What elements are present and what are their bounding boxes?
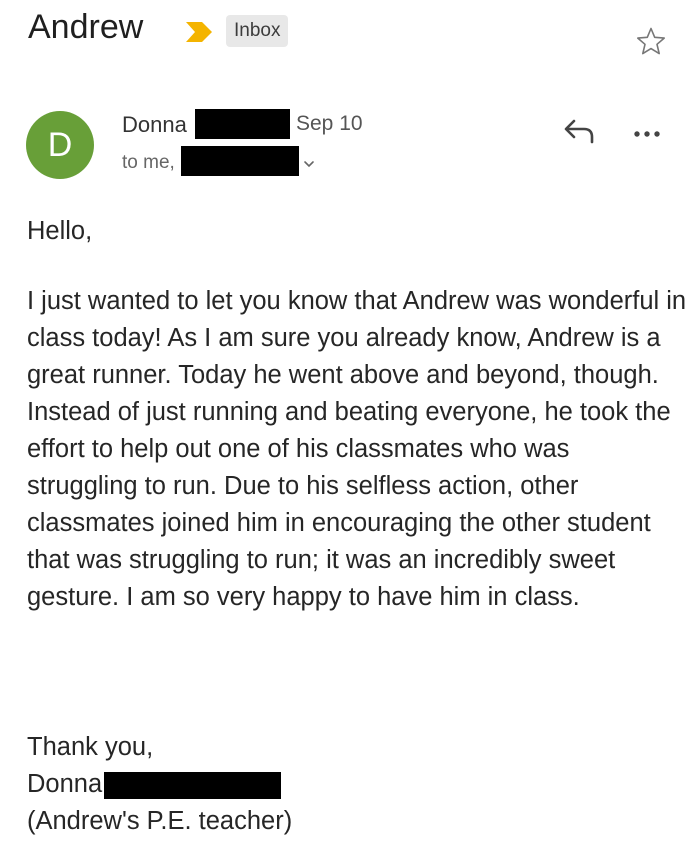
recipients-line: to me, [122, 152, 175, 173]
signature-redaction [104, 771, 282, 799]
inbox-label[interactable]: Inbox [226, 15, 289, 47]
sender-name[interactable]: Donna [122, 112, 187, 138]
reply-icon[interactable] [562, 118, 596, 149]
message-body: I just wanted to let you know that Andre… [27, 287, 687, 611]
chevron-down-icon[interactable] [303, 156, 315, 174]
message-greeting: Hello, [27, 217, 93, 245]
more-options-icon[interactable] [633, 126, 661, 144]
signature-role: (Andrew's P.E. teacher) [27, 807, 293, 835]
email-subject: Andrew [28, 8, 144, 46]
important-marker-icon[interactable] [185, 20, 213, 49]
signature-line: Donna [27, 766, 687, 803]
sender-name-redaction [195, 109, 290, 139]
signoff-line: Thank you, [27, 733, 154, 761]
message-signoff: Thank you, Donna (Andrew's P.E. teacher) [27, 729, 687, 840]
recipient-redaction [181, 146, 299, 176]
sender-avatar[interactable]: D [26, 111, 94, 179]
star-icon[interactable] [635, 26, 667, 63]
signature-name: Donna [27, 770, 103, 798]
message-date: Sep 10 [296, 112, 363, 135]
